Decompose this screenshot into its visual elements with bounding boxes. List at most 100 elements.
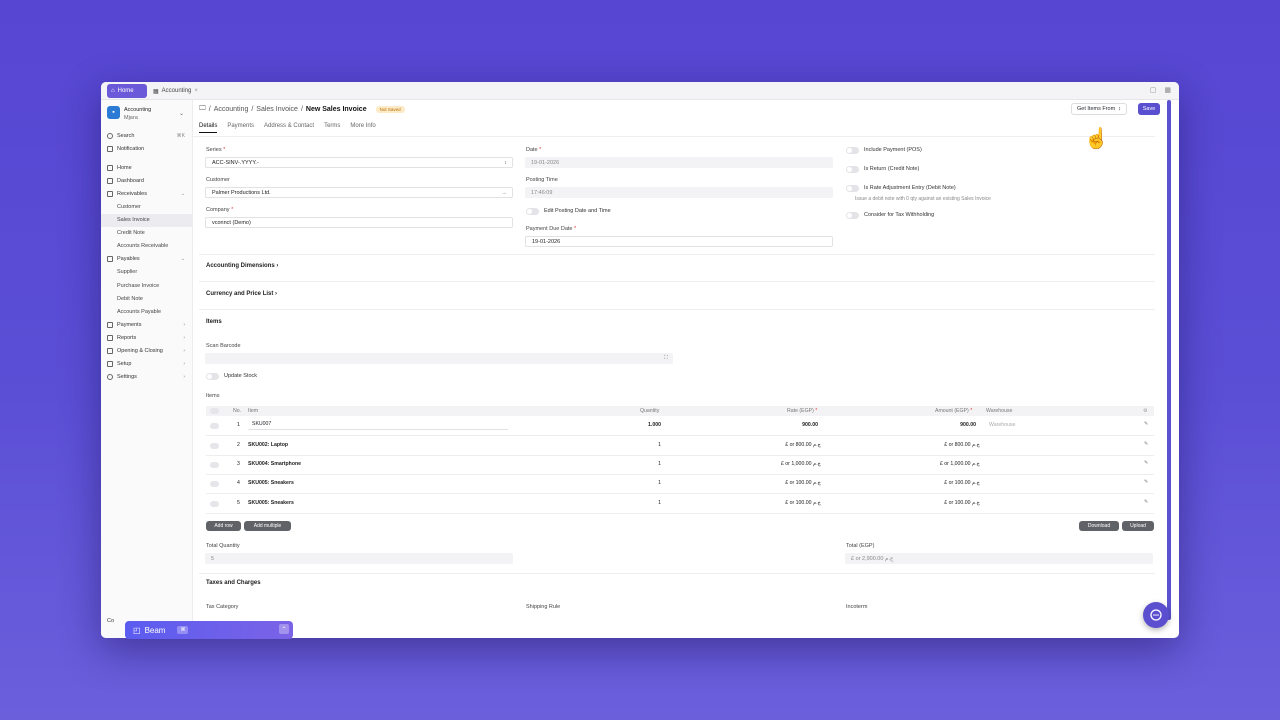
amount-cell: £ or 100.00 ج.م	[944, 480, 980, 486]
table-row[interactable]: 3 SKU004: Smartphone 1 £ or 1,000.00 ج.م £ o…	[206, 455, 1154, 474]
get-items-from-button[interactable]: Get Items From ↕	[1071, 103, 1127, 115]
sidebar-item-notification[interactable]: Notification	[101, 142, 193, 155]
chevron-updown-icon: ↕	[504, 159, 507, 166]
sidebar-item-payables[interactable]: Payables ⌄	[101, 253, 193, 266]
add-multiple-button[interactable]: Add multiple	[244, 521, 291, 531]
gear-icon[interactable]: ⚙	[1143, 408, 1148, 414]
select-all-checkbox[interactable]	[210, 408, 219, 414]
chevron-right-icon: ›	[183, 374, 185, 381]
close-icon[interactable]: ×	[194, 88, 198, 94]
sidebar-item-home[interactable]: Home	[101, 161, 193, 174]
save-button[interactable]: Save	[1138, 103, 1160, 115]
sidebar-item-sales-invoice[interactable]: Sales Invoice	[101, 213, 193, 227]
scan-barcode-input[interactable]: ⛶	[205, 353, 673, 364]
sidebar-item-label: Reports	[117, 334, 137, 341]
sidebar-item-purchase-invoice[interactable]: Purchase Invoice	[101, 279, 193, 292]
tax-withholding-toggle[interactable]	[846, 212, 859, 219]
include-payment-toggle[interactable]	[846, 147, 859, 154]
sidebar-item-accounts-payable[interactable]: Accounts Payable	[101, 305, 193, 318]
table-row[interactable]: 1 SKU007 1.000 900.00 900.00 Warehouse ✎	[206, 416, 1154, 435]
arrow-right-icon[interactable]: →	[502, 190, 508, 196]
sidebar-item-setup[interactable]: Setup ›	[101, 358, 193, 371]
sidebar-item-debit-note[interactable]: Debit Note	[101, 292, 193, 305]
table-row[interactable]: 2 SKU002: Laptop 1 £ or 800.00 ج.م £ or 800.…	[206, 436, 1154, 455]
edit-icon[interactable]: ✎	[1144, 460, 1148, 466]
rate-adjustment-toggle[interactable]	[846, 185, 859, 192]
sidebar-item-label: Search	[117, 132, 135, 139]
table-row[interactable]: 4 SKU005: Sneakers 1 £ or 100.00 ج.م £ or 10…	[206, 474, 1154, 493]
add-row-button[interactable]: Add row	[206, 521, 241, 531]
divider	[199, 281, 1155, 282]
sidebar-item-credit-note[interactable]: Credit Note	[101, 227, 193, 240]
barcode-scan-icon[interactable]: ⛶	[664, 355, 668, 362]
update-stock-toggle[interactable]	[206, 373, 219, 380]
chevron-up-icon[interactable]: ⌃	[279, 624, 289, 634]
posting-time-field[interactable]: 17:46:09	[525, 187, 833, 198]
tab-payments[interactable]: Payments	[227, 123, 254, 133]
divider	[199, 573, 1155, 574]
row-checkbox[interactable]	[210, 462, 219, 468]
amount-cell: £ or 1,000.00 ج.م	[939, 461, 980, 467]
table-row[interactable]: 5 SKU005: Sneakers 1 £ or 100.00 ج.م £ or 10…	[206, 494, 1154, 513]
edit-icon[interactable]: ✎	[1144, 499, 1148, 505]
quantity-cell: 1	[658, 442, 661, 448]
section-accounting-dimensions[interactable]: Accounting Dimensions ›	[206, 263, 278, 269]
due-date-field[interactable]: 19-01-2026	[525, 236, 833, 247]
sidebar-nav: Search ⌘K Notification Home Dashboard Rec…	[101, 129, 193, 384]
window-icon[interactable]: ▢	[1150, 86, 1157, 94]
amount-cell: £ or 100.00 ج.م	[944, 500, 980, 506]
chat-button[interactable]	[1143, 602, 1169, 628]
date-field[interactable]: 19-01-2026	[525, 157, 833, 168]
row-checkbox[interactable]	[210, 423, 219, 429]
total-quantity-field: 5	[205, 553, 513, 564]
scrollbar[interactable]	[1167, 100, 1171, 620]
sidebar-item-label: Dashboard	[117, 177, 144, 184]
tab-accounting[interactable]: ▦ Accounting ×	[153, 84, 198, 98]
receivables-icon	[107, 190, 113, 197]
section-currency-price-list[interactable]: Currency and Price List ›	[206, 291, 277, 297]
sidebar-item-accounts-receivable[interactable]: Accounts Receivable	[101, 240, 193, 253]
tab-more-info[interactable]: More Info	[350, 123, 375, 133]
sidebar-item-payments[interactable]: Payments ›	[101, 318, 193, 331]
row-checkbox[interactable]	[210, 501, 219, 507]
org-switcher[interactable]: ▪ Accounting Mjara	[107, 106, 151, 122]
is-return-toggle[interactable]	[846, 166, 859, 173]
sidebar-item-reports[interactable]: Reports ›	[101, 331, 193, 344]
company-field[interactable]: vconnct (Demo)	[205, 217, 513, 228]
tab-terms[interactable]: Terms	[324, 123, 340, 133]
customer-field[interactable]: Palmer Productions Ltd. →	[205, 187, 513, 198]
breadcrumb-sales-invoice[interactable]: Sales Invoice	[256, 106, 298, 113]
download-button[interactable]: Download	[1079, 521, 1119, 531]
tab-details[interactable]: Details	[199, 123, 218, 133]
tab-address-contact[interactable]: Address & Contact	[264, 123, 314, 133]
divider	[199, 254, 1155, 255]
beam-widget[interactable]: ◰ Beam ⌘ ⌃	[125, 621, 293, 639]
sidebar-item-supplier[interactable]: Supplier	[101, 266, 193, 279]
sidebar-item-search[interactable]: Search ⌘K	[101, 129, 193, 142]
sidebar-item-settings[interactable]: Settings ›	[101, 371, 193, 384]
upload-button[interactable]: Upload	[1122, 521, 1154, 531]
apps-icon[interactable]: ▦	[1164, 86, 1171, 94]
tab-home[interactable]: ⌂ Home	[107, 84, 147, 98]
chevron-down-icon[interactable]: ⌄	[179, 110, 184, 117]
monitor-icon[interactable]: 🖵	[199, 105, 206, 113]
item-code-input[interactable]: SKU007	[248, 418, 508, 430]
col-rate: Rate (EGP) *	[787, 408, 818, 414]
row-number: 2	[237, 442, 240, 448]
edit-icon[interactable]: ✎	[1144, 421, 1148, 427]
edit-icon[interactable]: ✎	[1144, 479, 1148, 485]
sidebar-item-opening-closing[interactable]: Opening & Closing ›	[101, 345, 193, 358]
sidebar-item-customer[interactable]: Customer	[101, 200, 193, 213]
row-checkbox[interactable]	[210, 443, 219, 449]
sidebar-item-receivables[interactable]: Receivables ⌄	[101, 187, 193, 200]
sidebar-item-dashboard[interactable]: Dashboard	[101, 174, 193, 187]
edit-icon[interactable]: ✎	[1144, 441, 1148, 447]
tax-withholding-label: Consider for Tax Withholding	[864, 212, 935, 218]
sidebar-bottom-item[interactable]: Co	[107, 618, 114, 624]
edit-posting-toggle[interactable]	[526, 208, 539, 215]
chat-icon	[1150, 609, 1162, 621]
row-checkbox[interactable]	[210, 481, 219, 487]
breadcrumb: 🖵 / Accounting / Sales Invoice / New Sal…	[199, 105, 405, 113]
breadcrumb-accounting[interactable]: Accounting	[214, 106, 249, 113]
series-select[interactable]: ACC-SINV-.YYYY.- ↕	[205, 157, 513, 168]
